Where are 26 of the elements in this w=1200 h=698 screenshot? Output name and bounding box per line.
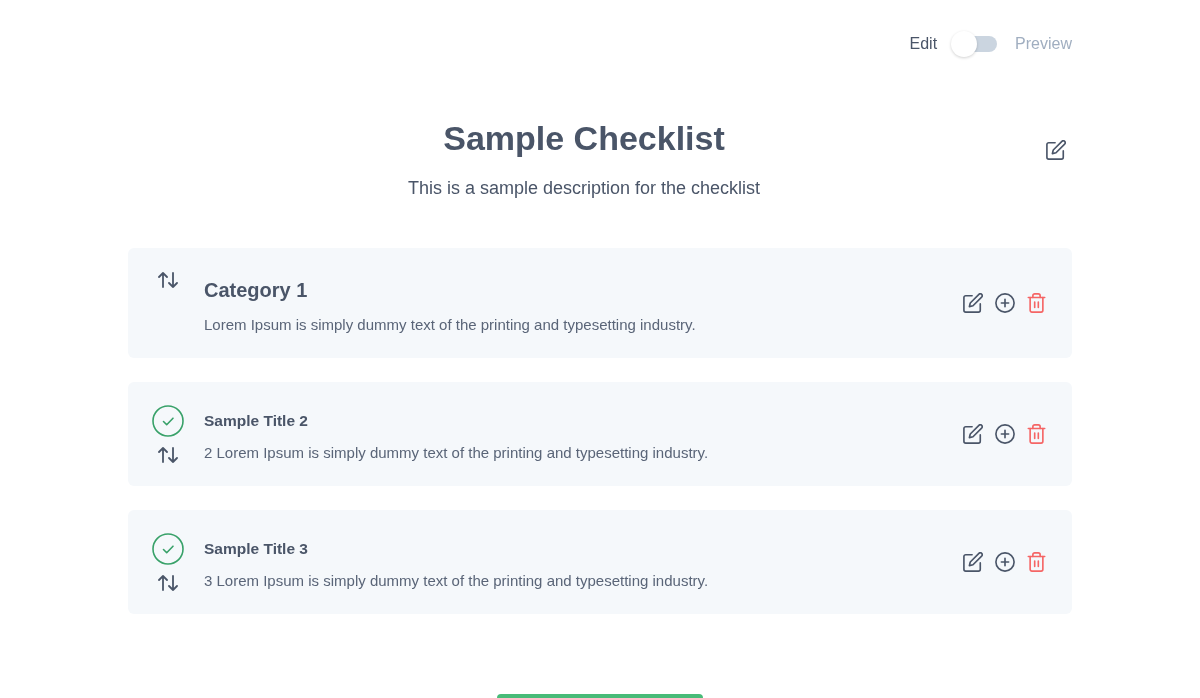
sort-arrows-icon[interactable] xyxy=(158,272,178,288)
item-title: Sample Title 2 xyxy=(204,411,309,431)
add-circle-icon[interactable] xyxy=(995,293,1015,313)
edit-icon[interactable] xyxy=(963,552,983,572)
checklist-title: Sample Checklist xyxy=(443,118,725,159)
check-circle-icon[interactable] xyxy=(152,405,184,437)
edit-label: Edit xyxy=(909,34,938,54)
category-title: Category 1 xyxy=(204,278,309,303)
edit-icon[interactable] xyxy=(963,424,983,444)
add-circle-icon[interactable] xyxy=(995,424,1015,444)
trash-icon[interactable] xyxy=(1027,293,1046,313)
mode-toggle[interactable] xyxy=(951,31,998,57)
check-circle-icon[interactable] xyxy=(152,533,184,565)
trash-icon[interactable] xyxy=(1027,552,1046,572)
sort-arrows-icon[interactable] xyxy=(158,447,178,463)
trash-icon[interactable] xyxy=(1027,424,1046,444)
edit-icon[interactable] xyxy=(963,293,983,313)
item-description: 2 Lorem Ipsum is simply dummy text of the printing and typesetting industry. xyxy=(204,443,710,463)
item-description: 3 Lorem Ipsum is simply dummy text of the printing and typesetting industry. xyxy=(204,571,710,591)
preview-label: Preview xyxy=(1015,34,1072,54)
item-title: Sample Title 3 xyxy=(204,539,309,559)
add-circle-icon[interactable] xyxy=(995,552,1015,572)
category-description: Lorem Ipsum is simply dummy text of the printing and typesetting industry. xyxy=(204,315,697,335)
sort-arrows-icon[interactable] xyxy=(158,575,178,591)
checklist-description: This is a sample description for the checklist xyxy=(407,177,761,200)
edit-icon[interactable] xyxy=(1046,140,1066,160)
